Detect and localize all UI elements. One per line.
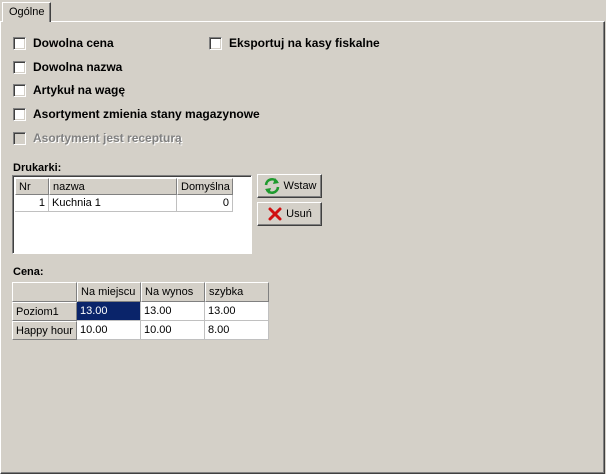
insert-button-label: Wstaw [283,180,317,192]
tab-strip: Ogólne [0,0,606,22]
row-header-happy-hour[interactable]: Happy hour [12,321,77,340]
column-header-nazwa[interactable]: nazwa [49,178,177,195]
price-cell[interactable]: 13.00 [141,302,205,321]
price-cell[interactable]: 10.00 [141,321,205,340]
printers-label: Drukarki: [13,162,62,174]
checkbox-label: Dowolna cena [33,36,114,50]
price-cell[interactable]: 8.00 [205,321,269,340]
table-cell-nr[interactable]: 1 [15,195,49,212]
printers-grid[interactable]: Nr nazwa Domyślna 1 Kuchnia 1 0 [12,175,252,254]
column-header-szybka[interactable]: szybka [205,282,269,302]
delete-button[interactable]: Usuń [257,202,322,226]
checkbox-zmienia-stany[interactable]: Asortyment zmienia stany magazynowe [13,106,260,122]
delete-button-label: Usuń [286,208,312,220]
price-cell[interactable]: 13.00 [205,302,269,321]
refresh-icon [264,178,279,194]
column-header-domyslna[interactable]: Domyślna [177,178,233,195]
column-header-na-wynos[interactable]: Na wynos [141,282,205,302]
checkbox-box[interactable] [13,36,26,50]
tab-ogolne[interactable]: Ogólne [2,2,52,22]
column-header-na-miejscu[interactable]: Na miejscu [77,282,141,302]
price-cell[interactable]: 10.00 [77,321,141,340]
price-cell[interactable]: 13.00 [77,302,141,321]
checkbox-label: Dowolna nazwa [33,60,123,74]
checkbox-label: Artykuł na wagę [33,83,126,97]
price-grid-corner [12,282,77,302]
insert-button[interactable]: Wstaw [257,174,322,198]
table-cell-nazwa[interactable]: Kuchnia 1 [49,195,177,212]
checkbox-artykul-na-wage[interactable]: Artykuł na wagę [13,82,125,98]
price-label: Cena: [13,266,44,278]
checkbox-label: Eksportuj na kasy fiskalne [229,36,380,50]
checkbox-dowolna-nazwa[interactable]: Dowolna nazwa [13,59,122,75]
row-header-poziom1[interactable]: Poziom1 [12,302,77,321]
column-header-nr[interactable]: Nr [15,178,49,195]
checkbox-box[interactable] [13,60,26,74]
checkbox-label: Asortyment jest recepturą [33,131,182,145]
checkbox-dowolna-cena[interactable]: Dowolna cena [13,35,114,51]
checkbox-label: Asortyment zmienia stany magazynowe [33,107,260,121]
red-x-icon [268,207,282,221]
table-cell-domyslna[interactable]: 0 [177,195,233,212]
checkbox-box [13,131,26,145]
checkbox-box[interactable] [13,83,26,97]
checkbox-box[interactable] [13,107,26,121]
checkbox-eksportuj-kasy[interactable]: Eksportuj na kasy fiskalne [209,35,380,51]
checkbox-box[interactable] [209,36,222,50]
checkbox-receptura: Asortyment jest recepturą [13,130,182,146]
